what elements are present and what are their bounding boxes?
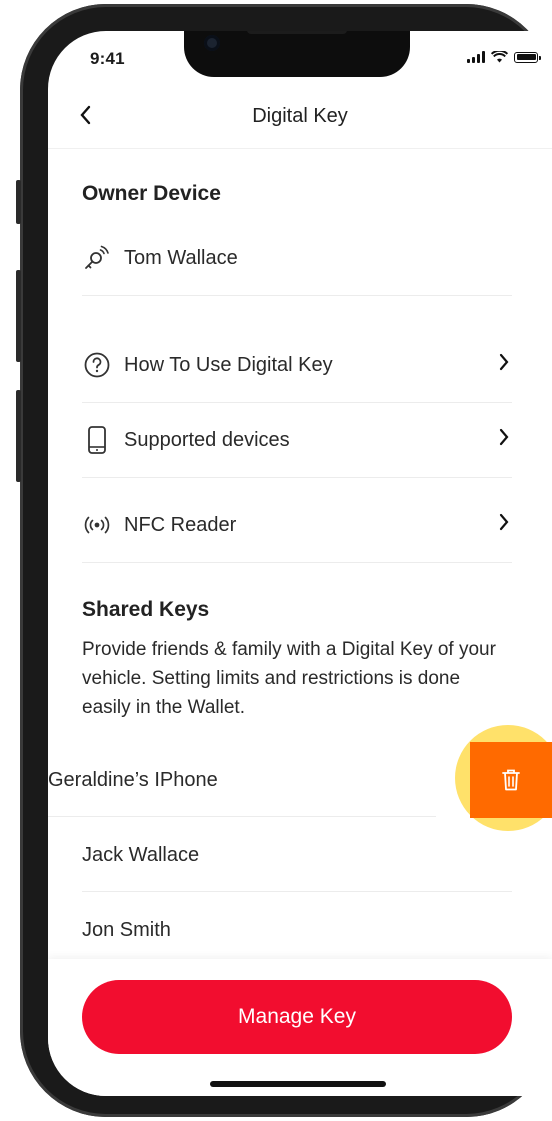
- shared-key-name: Geraldine’s IPhone: [48, 768, 218, 791]
- divider: [48, 816, 436, 817]
- manage-key-button[interactable]: Manage Key: [82, 980, 512, 1054]
- phone-action-button: [16, 180, 21, 224]
- shared-key-item[interactable]: Geraldine’s IPhone: [48, 743, 436, 817]
- wifi-icon: [491, 51, 508, 63]
- menu-item-label: Supported devices: [124, 428, 290, 451]
- home-indicator[interactable]: [210, 1081, 386, 1087]
- divider: [82, 562, 512, 563]
- divider: [82, 891, 512, 892]
- shared-key-name: Jon Smith: [82, 918, 171, 941]
- chevron-right-icon: [498, 427, 510, 453]
- chevron-right-icon: [498, 352, 510, 378]
- status-time: 9:41: [90, 49, 125, 68]
- nfc-icon: [82, 510, 112, 540]
- menu-item-label: NFC Reader: [124, 513, 237, 536]
- owner-device-row: Tom Wallace: [82, 221, 512, 295]
- phone-volume-up-button: [16, 270, 21, 362]
- shared-key-item[interactable]: Jack Wallace: [82, 818, 512, 892]
- phone-icon: [82, 425, 112, 455]
- owner-device-name: Tom Wallace: [124, 246, 238, 269]
- page-title: Digital Key: [252, 105, 348, 127]
- question-circle-icon: [82, 350, 112, 380]
- dynamic-notch: [184, 31, 410, 77]
- battery-icon: [514, 51, 541, 63]
- menu-item-nfc-reader[interactable]: NFC Reader: [82, 488, 512, 562]
- status-icons: [467, 51, 541, 63]
- shared-keys-description: Provide friends & family with a Digital …: [82, 639, 496, 718]
- chevron-right-icon: [498, 512, 510, 538]
- app-screen: 9:41 Digital Key Owner Device Tom Wallac…: [48, 31, 552, 1096]
- shared-keys-title: Shared Keys: [82, 598, 210, 621]
- divider: [82, 477, 512, 478]
- camera-icon: [204, 35, 220, 51]
- nav-bar: Digital Key: [48, 93, 552, 149]
- menu-item-how-to-use[interactable]: How To Use Digital Key: [82, 328, 512, 402]
- signal-icon: [467, 51, 485, 63]
- key-signal-icon: [82, 243, 112, 273]
- menu-item-supported-devices[interactable]: Supported devices: [82, 403, 512, 477]
- speaker-grille: [247, 31, 347, 34]
- shared-key-item[interactable]: Jon Smith: [82, 893, 512, 967]
- shared-key-name: Jack Wallace: [82, 843, 200, 866]
- menu-item-label: How To Use Digital Key: [124, 353, 333, 376]
- phone-volume-down-button: [16, 390, 21, 482]
- owner-section-title: Owner Device: [82, 182, 221, 205]
- trash-icon: [502, 769, 520, 791]
- divider: [82, 295, 512, 296]
- delete-key-button[interactable]: [470, 742, 552, 818]
